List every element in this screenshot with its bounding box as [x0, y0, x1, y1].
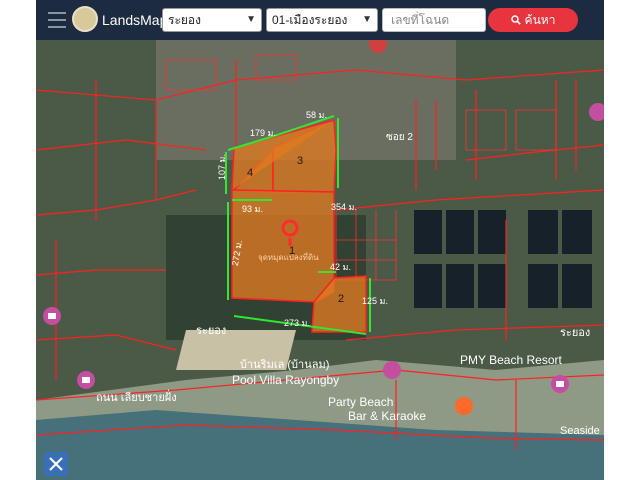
chevron-down-icon: ▼ [246, 14, 256, 25]
dimension-label: 42 ม. [330, 262, 351, 272]
place-label: บ้านริมเล (บ้านลม) [240, 359, 329, 371]
menu-icon[interactable] [48, 12, 66, 28]
measure-tool-button[interactable] [44, 452, 68, 476]
search-button[interactable]: ค้นหา [488, 8, 578, 32]
district-value: 01-เมืองระยอง [272, 13, 348, 27]
land-mark-label: จุดหมุดแปลงที่ดิน [258, 251, 319, 262]
map-app: LandsMaps ระยอง ▼ 01-เมืองระยอง ▼ เลขที่… [36, 0, 604, 480]
search-label: ค้นหา [524, 13, 556, 27]
province-value: ระยอง [168, 13, 201, 27]
place-label: Seaside [560, 425, 600, 437]
plot-number: 2 [338, 293, 344, 305]
road-label: ถนน เลียบชายฝั่ง [96, 389, 177, 404]
tools-icon [49, 457, 63, 471]
place-label: Bar & Karaoke [348, 409, 426, 423]
road-label: ระยอง [196, 325, 226, 337]
district-select[interactable]: 01-เมืองระยอง ▼ [266, 8, 378, 32]
dimension-label: 107 ม. [217, 154, 227, 180]
road-label: ซอย 2 [386, 132, 413, 143]
plot-number: 4 [247, 167, 253, 179]
place-label: PMY Beach Resort [460, 353, 562, 367]
dimension-label: 93 ม. [242, 204, 263, 214]
deed-number-placeholder: เลขที่โฉนด [391, 13, 450, 27]
plot-number: 3 [297, 155, 303, 167]
food-icon[interactable] [455, 397, 473, 415]
province-select[interactable]: ระยอง ▼ [162, 8, 262, 32]
chevron-down-icon: ▼ [362, 14, 372, 25]
hotel-icon[interactable] [383, 361, 401, 379]
satellite-map[interactable]: 4 3 1 2 จุดหมุดแปลงที่ดิน 179 ม. 58 ม. 1… [36, 40, 604, 480]
deed-number-input[interactable]: เลขที่โฉนด [382, 8, 486, 32]
dimension-label: 273 ม. [284, 318, 310, 328]
dimension-label: 125 ม. [362, 296, 388, 306]
dimension-label: 179 ม. [250, 128, 276, 138]
search-icon [510, 15, 521, 25]
dimension-label: 354 ม. [331, 202, 357, 212]
dimension-label: 58 ม. [306, 110, 327, 120]
top-navbar: LandsMaps ระยอง ▼ 01-เมืองระยอง ▼ เลขที่… [36, 0, 604, 40]
place-label: Pool Villa Rayongby [232, 373, 339, 387]
road-label: ระยอง [560, 327, 590, 339]
logo-icon [72, 6, 98, 32]
place-label: Party Beach [328, 395, 393, 409]
